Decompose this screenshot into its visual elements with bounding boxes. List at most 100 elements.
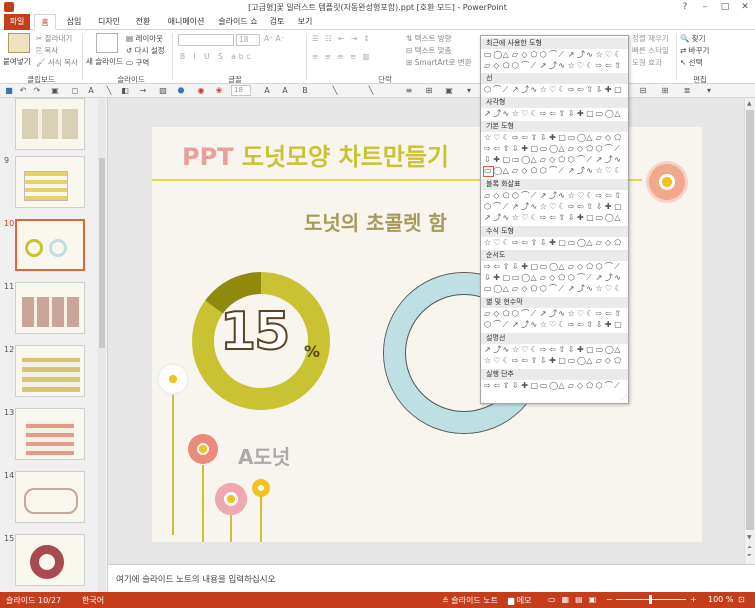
- shape-gallery-item[interactable]: ∿: [614, 156, 623, 164]
- shape-gallery-item[interactable]: ▭: [596, 346, 605, 354]
- save-icon[interactable]: ■: [4, 86, 14, 96]
- scroll-up-icon[interactable]: ▲: [747, 100, 752, 107]
- shape-gallery-item[interactable]: ◇: [493, 192, 502, 200]
- shape-gallery-item[interactable]: ⤴: [577, 51, 586, 59]
- shape-gallery-item[interactable]: ⌒: [577, 156, 586, 164]
- shape-gallery-item[interactable]: ⬡: [484, 86, 493, 94]
- shape-gallery-item[interactable]: ▱: [596, 239, 605, 247]
- shape-gallery-item[interactable]: ⬡: [596, 145, 605, 153]
- color-icon[interactable]: ◉: [196, 86, 206, 96]
- shape-gallery-item[interactable]: ⇧: [586, 321, 595, 329]
- shape-gallery-item[interactable]: ⇦: [493, 382, 502, 390]
- shape-gallery-item[interactable]: ⇨: [568, 321, 577, 329]
- zoom-in-icon[interactable]: +: [690, 595, 697, 604]
- shape-gallery-item[interactable]: ∿: [531, 321, 540, 329]
- shape-gallery-item[interactable]: ⤴: [493, 214, 502, 222]
- shape-gallery-item[interactable]: △: [614, 110, 623, 118]
- shape-gallery-item[interactable]: ◇: [577, 263, 586, 271]
- shape-gallery-item[interactable]: ⇦: [577, 203, 586, 211]
- shape-gallery-item[interactable]: ⬠: [614, 134, 623, 142]
- quick-styles-button[interactable]: 빠른 스타일: [632, 45, 669, 56]
- tab-transitions[interactable]: 전환: [132, 14, 154, 30]
- minimize-button[interactable]: –: [695, 0, 715, 14]
- shape-gallery-item[interactable]: ∿: [586, 167, 595, 175]
- shape-gallery-item[interactable]: ⇧: [558, 346, 567, 354]
- shape-gallery-item[interactable]: ⌒: [521, 62, 530, 70]
- shape-gallery-item[interactable]: ⇨: [540, 110, 549, 118]
- shape-gallery-item[interactable]: ▢: [531, 145, 540, 153]
- arrange-button[interactable]: 정렬 재우기: [632, 33, 669, 44]
- shape-gallery-item[interactable]: ◇: [549, 274, 558, 282]
- shape-gallery-item[interactable]: ♡: [521, 110, 530, 118]
- prev-slide-icon[interactable]: ⏶: [747, 544, 752, 552]
- shape-gallery-item[interactable]: ✚: [521, 263, 530, 271]
- shape-gallery-item[interactable]: ∿: [558, 192, 567, 200]
- shape-gallery-item[interactable]: ☾: [586, 310, 595, 318]
- shape-gallery-item[interactable]: ⬡: [512, 192, 521, 200]
- shape-gallery-item[interactable]: △: [558, 145, 567, 153]
- shape-gallery-item[interactable]: ✚: [549, 134, 558, 142]
- shape-gallery-item[interactable]: ☆: [512, 214, 521, 222]
- shape-gallery-item[interactable]: ▭: [568, 357, 577, 365]
- shape-gallery-item[interactable]: ◇: [605, 239, 614, 247]
- align-text-button[interactable]: ⊟ 텍스트 맞춤: [406, 45, 452, 56]
- shape-gallery-item[interactable]: ☾: [503, 239, 512, 247]
- shape-gallery-item[interactable]: ⇦: [605, 310, 614, 318]
- shape-gallery-item[interactable]: ⇦: [549, 214, 558, 222]
- shape-gallery-item[interactable]: ⌒: [493, 203, 502, 211]
- shape-gallery-item[interactable]: ⇧: [503, 382, 512, 390]
- shape-gallery-item[interactable]: ☆: [540, 321, 549, 329]
- shape-gallery-item[interactable]: ⇩: [540, 239, 549, 247]
- shape-gallery-item[interactable]: ☾: [503, 134, 512, 142]
- shape-gallery-item[interactable]: ⇨: [512, 134, 521, 142]
- shape-gallery-item[interactable]: ∿: [558, 62, 567, 70]
- select-button[interactable]: ↖ 선택: [680, 57, 702, 68]
- shape-gallery-item[interactable]: ∿: [503, 110, 512, 118]
- shape-gallery-item[interactable]: ▭: [540, 145, 549, 153]
- shape-gallery-item[interactable]: △: [531, 156, 540, 164]
- shape-gallery-item[interactable]: ⟋: [614, 382, 623, 390]
- shape-gallery-item[interactable]: ♡: [605, 285, 614, 293]
- shape-gallery-item[interactable]: ↗: [484, 346, 493, 354]
- arrow-icon[interactable]: →: [138, 86, 148, 96]
- selected-shape-highlight[interactable]: [483, 166, 494, 177]
- shape-gallery-item[interactable]: ☆: [568, 192, 577, 200]
- shape-gallery-item[interactable]: ⇧: [614, 310, 623, 318]
- shape-gallery-item[interactable]: ♡: [577, 62, 586, 70]
- shape-gallery-item[interactable]: ◯: [549, 145, 558, 153]
- shape-gallery-item[interactable]: ☾: [531, 346, 540, 354]
- shape-gallery-item[interactable]: ☾: [586, 192, 595, 200]
- shape-gallery-item[interactable]: △: [614, 214, 623, 222]
- scrollbar-thumb[interactable]: [746, 110, 754, 530]
- shape-gallery-item[interactable]: ▱: [568, 263, 577, 271]
- shape-gallery-item[interactable]: △: [558, 263, 567, 271]
- shape-gallery-item[interactable]: ⇩: [596, 321, 605, 329]
- shape-gallery-item[interactable]: ◯: [493, 285, 502, 293]
- shape-gallery-item[interactable]: ◯: [493, 51, 502, 59]
- slide-thumbnail[interactable]: [15, 282, 85, 334]
- shape-gallery-item[interactable]: ☆: [512, 346, 521, 354]
- shape-gallery-item[interactable]: △: [558, 382, 567, 390]
- shape-gallery-item[interactable]: ▢: [614, 203, 623, 211]
- shape-fill-icon[interactable]: ⬣: [176, 86, 186, 96]
- shape-gallery-item[interactable]: ⇦: [549, 110, 558, 118]
- shape-gallery-item[interactable]: ✚: [577, 214, 586, 222]
- shape-gallery-item[interactable]: ⬡: [540, 285, 549, 293]
- shape-gallery-item[interactable]: ⬠: [503, 310, 512, 318]
- shape-gallery-item[interactable]: ☾: [614, 51, 623, 59]
- line-tool-icon[interactable]: ╲: [366, 86, 376, 96]
- text-box-icon[interactable]: A: [86, 86, 96, 96]
- slide-thumbnail[interactable]: [15, 345, 85, 397]
- tab-file[interactable]: 파일: [4, 14, 30, 30]
- shape-gallery-item[interactable]: ⟋: [503, 321, 512, 329]
- slide-thumbnail[interactable]: [15, 98, 85, 150]
- shape-gallery-item[interactable]: ▱: [512, 51, 521, 59]
- picture-icon[interactable]: ▨: [158, 86, 168, 96]
- replace-button[interactable]: ⇄ 바꾸기: [680, 45, 709, 56]
- shape-gallery-item[interactable]: ◯: [577, 357, 586, 365]
- slide-thumbnail-selected[interactable]: [15, 219, 85, 271]
- shape-gallery-item[interactable]: ✚: [549, 239, 558, 247]
- shape-gallery-item[interactable]: ⬡: [540, 167, 549, 175]
- shape-gallery-item[interactable]: ⬡: [484, 321, 493, 329]
- tab-animations[interactable]: 애니메이션: [162, 14, 210, 30]
